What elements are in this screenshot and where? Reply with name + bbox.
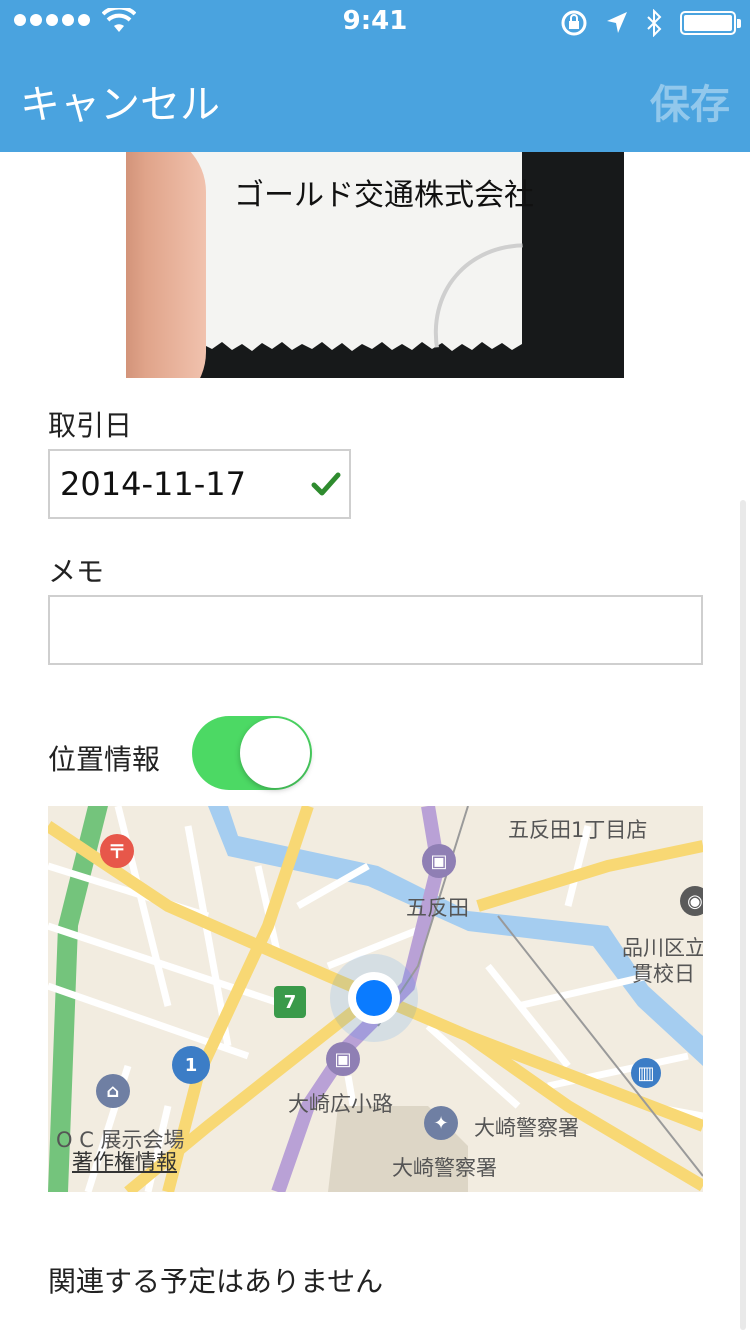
receipt-photo[interactable]: ゴールド交通株式会社 [126, 152, 624, 378]
highway-shield-icon: 1 [172, 1046, 210, 1084]
location-label: 位置情報 [48, 743, 161, 776]
receipt-company-text: ゴールド交通株式会社 [234, 178, 534, 213]
map-label-school: 貫校日 [632, 962, 695, 986]
location-map[interactable]: 〒 ▣ ▣ ◉ ✦ ⌂ ▥ 1 7 五反田1丁目店 五反田 品川区立 貫校日 大… [48, 806, 703, 1192]
map-label-gotanda-shop: 五反田1丁目店 [508, 818, 648, 842]
event-hall-icon[interactable]: ⌂ [96, 1074, 130, 1108]
police-icon[interactable]: ✦ [424, 1106, 458, 1140]
toggle-knob [240, 718, 310, 788]
scrollbar[interactable] [740, 500, 746, 1330]
date-label: 取引日 [48, 409, 133, 442]
save-button[interactable]: 保存 [650, 72, 730, 130]
bluetooth-icon [647, 9, 662, 37]
user-location-dot [356, 980, 392, 1016]
school-icon[interactable]: ◉ [680, 886, 703, 916]
location-arrow-icon [607, 12, 627, 33]
train-station-icon[interactable]: ▣ [326, 1042, 360, 1076]
convenience-store-icon[interactable]: 7 [274, 986, 306, 1018]
train-station-icon[interactable]: ▣ [422, 844, 456, 878]
map-label-osaki-police-2: 大崎警察署 [392, 1156, 497, 1180]
rotation-lock-icon [561, 10, 587, 36]
map-label-gotanda: 五反田 [406, 896, 469, 920]
memo-field[interactable] [48, 595, 703, 665]
post-office-icon[interactable]: 〒 [100, 834, 134, 868]
no-events-text: 関連する予定はありません [48, 1265, 384, 1298]
check-icon [311, 472, 341, 496]
status-bar: 9:41 [0, 0, 750, 40]
thumb [126, 152, 206, 378]
memo-label: メモ [48, 555, 105, 588]
navigation-bar: キャンセル 保存 [0, 40, 750, 152]
copyright-link[interactable]: 著作権情報 [72, 1146, 177, 1176]
map-label-osaki-police: 大崎警察署 [474, 1116, 579, 1140]
date-value: 2014-11-17 [60, 465, 246, 503]
location-toggle[interactable] [192, 716, 312, 790]
cancel-button[interactable]: キャンセル [20, 72, 220, 130]
date-field[interactable]: 2014-11-17 [48, 449, 351, 519]
battery-icon [680, 11, 741, 35]
map-label-osaki-hirokoji: 大崎広小路 [288, 1092, 393, 1116]
facility-icon[interactable]: ▥ [631, 1058, 661, 1088]
